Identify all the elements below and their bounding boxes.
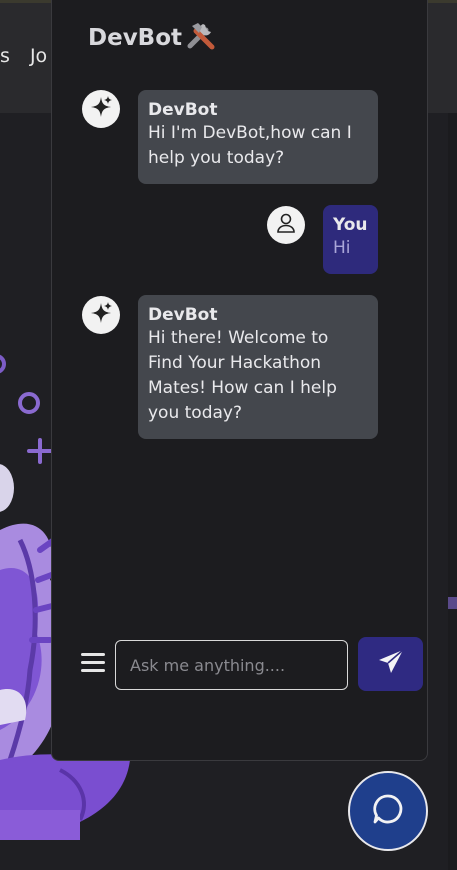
chat-input[interactable] (115, 640, 348, 690)
message-text: Hi (333, 238, 351, 258)
bot-message: DevBot Hi I'm DevBot,how can I help you … (138, 90, 378, 184)
sparkles-icon (88, 300, 114, 330)
chat-window: DevBot DevBot Hi I'm DevBot,how can I he… (51, 0, 428, 761)
bot-message: DevBot Hi there! Welcome to Find Your Ha… (138, 295, 378, 439)
send-button[interactable] (358, 637, 423, 691)
message-sender: DevBot (148, 305, 218, 325)
bot-avatar (82, 296, 120, 334)
background-accent (448, 597, 457, 609)
message-sender: DevBot (148, 100, 218, 120)
menu-bar (81, 661, 105, 664)
bot-avatar (82, 90, 120, 128)
background-nav-link[interactable]: Jo (30, 45, 47, 67)
background-edge (448, 113, 457, 870)
menu-bar (81, 669, 105, 672)
chat-toggle-button[interactable] (348, 771, 428, 851)
send-icon (377, 648, 405, 680)
message-text: Hi I'm DevBot,how can I help you today? (148, 123, 352, 168)
user-avatar (267, 206, 305, 244)
user-message: You Hi (323, 205, 378, 274)
message-text: Hi there! Welcome to Find Your Hackathon… (148, 328, 337, 423)
chat-header: DevBot (88, 20, 218, 56)
sparkles-icon (88, 94, 114, 124)
tools-icon (186, 20, 218, 56)
chat-title: DevBot (88, 25, 183, 51)
message-sender: You (333, 215, 368, 235)
background-nav-link[interactable]: s (0, 45, 10, 67)
menu-bar (81, 653, 105, 656)
chat-bubble-icon (371, 792, 405, 830)
menu-icon[interactable] (81, 653, 105, 677)
user-icon (274, 211, 298, 239)
